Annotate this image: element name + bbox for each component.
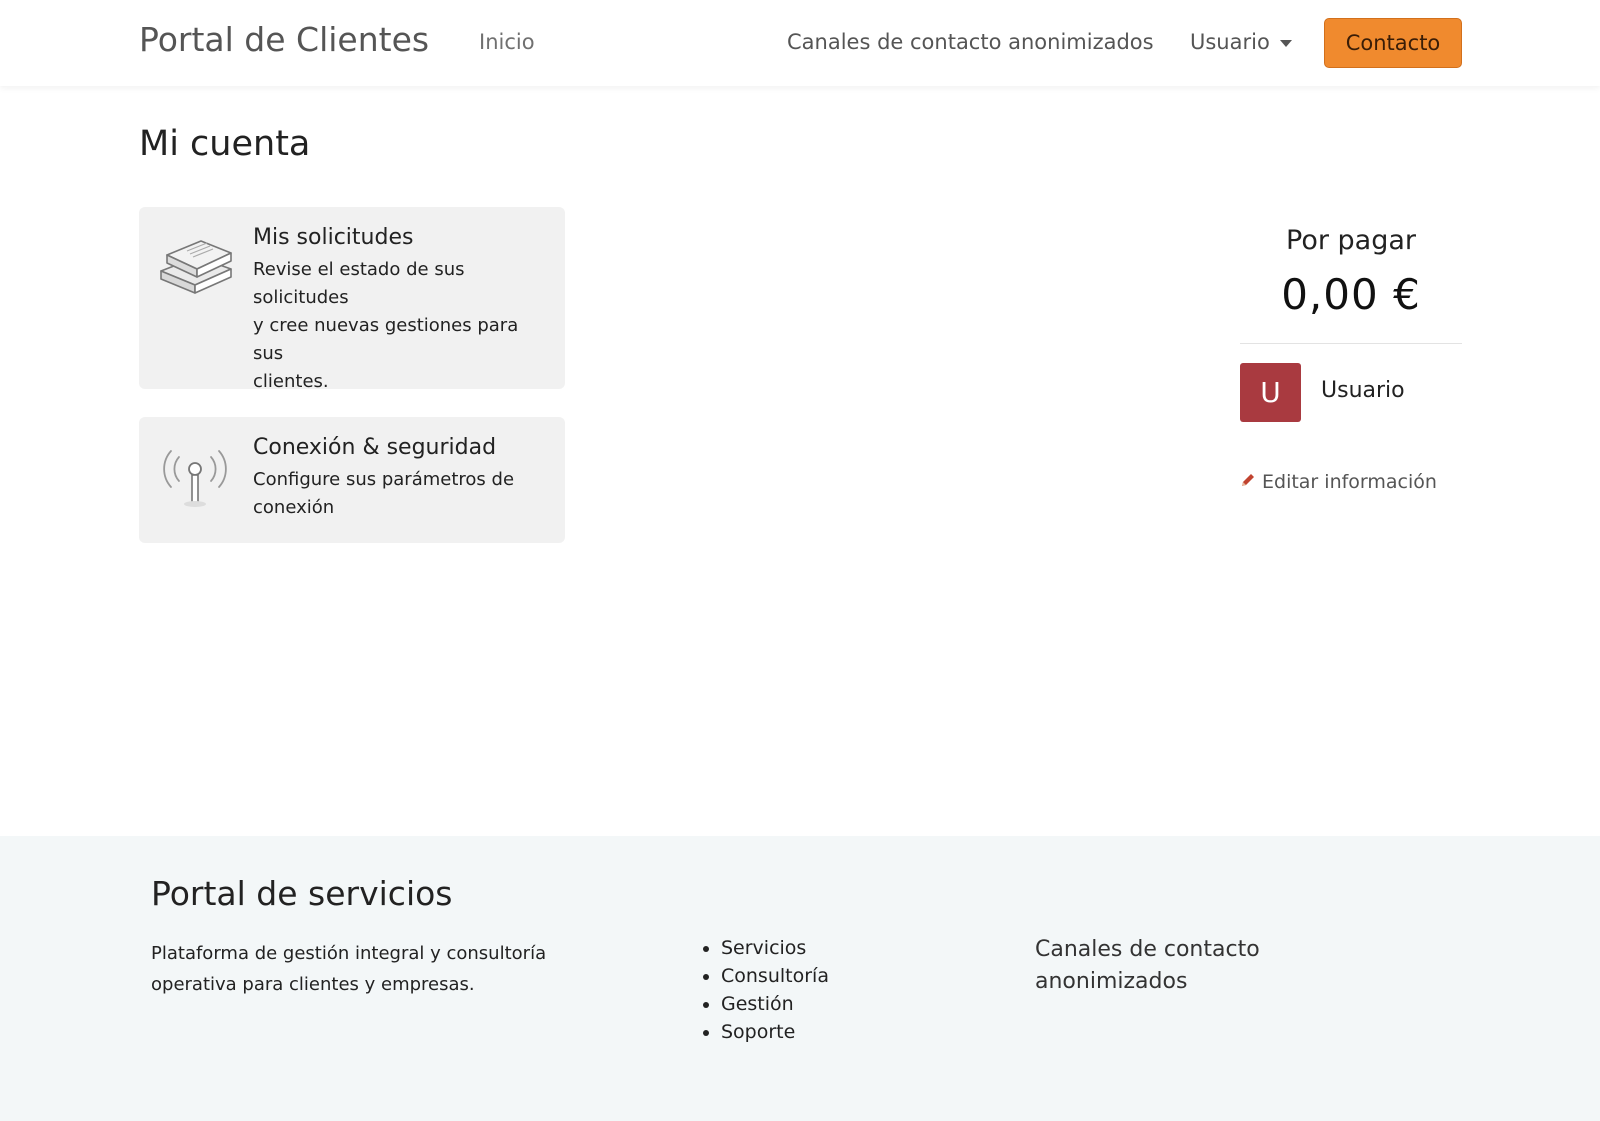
brand-logo[interactable]: Portal de Clientes [139, 20, 429, 59]
card-description: Configure sus parámetros de conexión [253, 469, 515, 518]
nav-link-contact-channels[interactable]: Canales de contacto anonimizados [787, 30, 1154, 54]
user-menu-dropdown[interactable]: Usuario [1190, 30, 1292, 54]
antenna-icon [157, 439, 233, 509]
list-item: Servicios [701, 934, 829, 962]
edit-info-label: Editar información [1262, 471, 1437, 493]
page-title: Mi cuenta [139, 124, 311, 164]
card-my-requests[interactable]: Mis solicitudes Revise el estado de sus … [139, 207, 565, 392]
card-description: Revise el estado de sus solicitudes y cr… [253, 259, 519, 392]
nav-link-home[interactable]: Inicio [479, 30, 535, 54]
books-icon [157, 229, 233, 299]
edit-info-link[interactable]: Editar información [1240, 471, 1437, 493]
footer-link-management[interactable]: Gestión [721, 993, 794, 1015]
card-connection-security[interactable]: Conexión & seguridad Configure sus parám… [139, 417, 565, 543]
list-item: Soporte [701, 1018, 829, 1046]
avatar: U [1240, 363, 1301, 422]
card-title: Mis solicitudes [253, 225, 414, 250]
amount-due-label: Por pagar [1286, 225, 1416, 256]
footer-link-consulting[interactable]: Consultoría [721, 965, 829, 987]
contact-button[interactable]: Contacto [1324, 18, 1462, 68]
footer: Portal de servicios Plataforma de gestió… [0, 836, 1600, 1121]
footer-links: Servicios Consultoría Gestión Soporte [701, 934, 829, 1046]
footer-link-support[interactable]: Soporte [721, 1021, 795, 1043]
footer-title: Portal de servicios [151, 874, 453, 913]
card-title: Conexión & seguridad [253, 435, 497, 460]
list-item: Gestión [701, 990, 829, 1018]
divider [1240, 343, 1462, 344]
top-navbar: Portal de Clientes Inicio Canales de con… [0, 0, 1600, 86]
footer-description: Plataforma de gestión integral y consult… [151, 943, 547, 995]
user-name: Usuario [1321, 378, 1405, 403]
footer-link-contact-channels[interactable]: Canales de contacto anonimizados [1035, 934, 1295, 998]
user-menu-label: Usuario [1190, 30, 1270, 54]
amount-due-value: 0,00 € [1281, 270, 1421, 319]
list-item: Consultoría [701, 962, 829, 990]
footer-link-services[interactable]: Servicios [721, 937, 806, 959]
pencil-icon [1240, 471, 1256, 493]
caret-down-icon [1279, 39, 1292, 47]
